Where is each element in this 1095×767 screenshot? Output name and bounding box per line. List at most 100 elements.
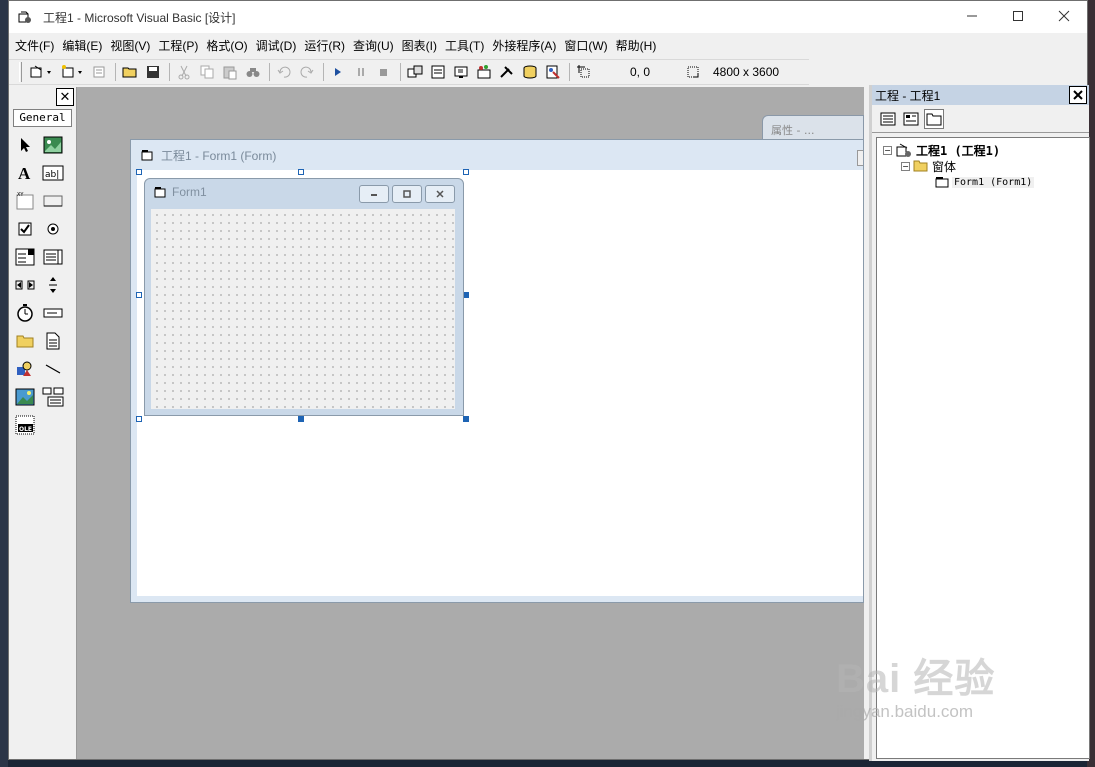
menu-diagram[interactable]: 图表(I) bbox=[402, 37, 443, 54]
collapse-icon[interactable]: − bbox=[901, 161, 910, 171]
menu-query[interactable]: 查询(U) bbox=[353, 37, 400, 54]
project-explorer-button[interactable] bbox=[406, 63, 424, 81]
shape-tool[interactable] bbox=[11, 355, 39, 383]
toolbox-button[interactable] bbox=[498, 63, 516, 81]
resize-handle-top-right bbox=[463, 169, 469, 175]
image-tool[interactable] bbox=[11, 383, 39, 411]
find-button[interactable] bbox=[244, 63, 262, 81]
undo-button[interactable] bbox=[275, 63, 293, 81]
component-manager-button[interactable] bbox=[544, 63, 562, 81]
resize-handle-bottom-right[interactable] bbox=[463, 416, 469, 422]
minimize-button[interactable] bbox=[949, 1, 995, 31]
resize-handle-bottom[interactable] bbox=[298, 416, 304, 422]
data-tool[interactable] bbox=[39, 383, 67, 411]
data-view-button[interactable] bbox=[521, 63, 539, 81]
maximize-icon bbox=[1013, 11, 1023, 21]
collapse-icon[interactable]: − bbox=[883, 145, 892, 155]
menu-project[interactable]: 工程(P) bbox=[158, 37, 204, 54]
checkbox-tool[interactable] bbox=[11, 215, 39, 243]
menu-addins[interactable]: 外接程序(A) bbox=[492, 37, 562, 54]
optionbutton-tool[interactable] bbox=[39, 215, 67, 243]
data-control-icon bbox=[42, 387, 64, 407]
vscrollbar-icon bbox=[49, 277, 57, 293]
redo-button[interactable] bbox=[298, 63, 316, 81]
designer-canvas: Form1 bbox=[136, 169, 863, 596]
project-explorer-close-button[interactable] bbox=[1069, 86, 1087, 104]
picturebox-tool[interactable] bbox=[39, 131, 67, 159]
menu-help[interactable]: 帮助(H) bbox=[616, 37, 663, 54]
designer-maximize-button[interactable] bbox=[857, 150, 863, 166]
image-icon bbox=[15, 388, 35, 406]
tree-node-form1[interactable]: Form1 (Form1) bbox=[883, 174, 1083, 190]
break-button[interactable] bbox=[352, 63, 370, 81]
toolbox-close-button[interactable]: ✕ bbox=[56, 88, 74, 106]
pause-icon bbox=[358, 68, 364, 76]
size-indicator-icon bbox=[684, 63, 702, 81]
tree-node-forms-folder[interactable]: − 窗体 bbox=[883, 158, 1083, 174]
view-object-button[interactable] bbox=[901, 109, 921, 129]
tree-node-project[interactable]: − 工程1 (工程1) bbox=[883, 142, 1083, 158]
project-icon bbox=[896, 143, 911, 157]
hscrollbar-tool[interactable] bbox=[11, 271, 39, 299]
toggle-folders-button[interactable] bbox=[924, 108, 944, 129]
timer-tool[interactable] bbox=[11, 299, 39, 327]
close-button[interactable] bbox=[1041, 1, 1087, 31]
cut-icon bbox=[178, 65, 190, 80]
copy-button[interactable] bbox=[198, 63, 216, 81]
view-code-button[interactable] bbox=[878, 109, 898, 129]
menu-view[interactable]: 视图(V) bbox=[110, 37, 156, 54]
copy-icon bbox=[200, 65, 214, 79]
resize-handle-top-left bbox=[136, 169, 142, 175]
dirlistbox-tool[interactable] bbox=[11, 327, 39, 355]
menu-debug[interactable]: 调试(D) bbox=[256, 37, 303, 54]
end-button[interactable] bbox=[375, 63, 393, 81]
open-project-button[interactable] bbox=[121, 63, 139, 81]
designer-title-bar[interactable]: 工程1 - Form1 (Form) bbox=[131, 140, 863, 170]
save-project-button[interactable] bbox=[144, 63, 162, 81]
form-layout-button[interactable] bbox=[452, 63, 470, 81]
database-icon bbox=[523, 65, 537, 79]
frame-tool[interactable]: XY bbox=[11, 187, 39, 215]
combobox-tool[interactable] bbox=[11, 243, 39, 271]
pointer-tool[interactable] bbox=[11, 131, 39, 159]
menu-bar: 文件(F) 编辑(E) 视图(V) 工程(P) 格式(O) 调试(D) 运行(R… bbox=[9, 33, 1087, 57]
minimize-icon bbox=[371, 194, 377, 196]
start-button[interactable] bbox=[329, 63, 347, 81]
menu-file[interactable]: 文件(F) bbox=[15, 37, 60, 54]
paste-button[interactable] bbox=[221, 63, 239, 81]
svg-text:XY: XY bbox=[17, 192, 24, 198]
project-explorer-header: 工程 - 工程1 bbox=[872, 85, 1089, 105]
toolbox-tab-general[interactable]: General bbox=[13, 109, 72, 127]
menu-format[interactable]: 格式(O) bbox=[206, 37, 253, 54]
menu-run[interactable]: 运行(R) bbox=[304, 37, 351, 54]
tree-label-forms-folder: 窗体 bbox=[932, 159, 957, 174]
label-tool[interactable]: A bbox=[11, 159, 39, 187]
properties-window-button[interactable] bbox=[429, 63, 447, 81]
menu-editor-button[interactable] bbox=[90, 63, 108, 81]
menu-edit[interactable]: 编辑(E) bbox=[62, 37, 108, 54]
menu-tools[interactable]: 工具(T) bbox=[445, 37, 490, 54]
add-form-button[interactable] bbox=[59, 63, 85, 81]
commandbutton-tool[interactable] bbox=[39, 187, 67, 215]
filelistbox-tool[interactable] bbox=[39, 327, 67, 355]
properties-peek-title: 属性 - ... bbox=[771, 124, 815, 137]
maximize-icon bbox=[403, 190, 411, 198]
drivelistbox-tool[interactable] bbox=[39, 299, 67, 327]
object-browser-button[interactable] bbox=[475, 63, 493, 81]
size-readout: 4800 x 3600 bbox=[713, 65, 780, 79]
form-icon bbox=[154, 187, 166, 198]
textbox-tool[interactable]: ab| bbox=[39, 159, 67, 187]
paste-icon bbox=[223, 66, 237, 80]
listbox-icon bbox=[43, 249, 63, 265]
menu-window[interactable]: 窗口(W) bbox=[564, 37, 613, 54]
line-tool[interactable] bbox=[39, 355, 67, 383]
vscrollbar-tool[interactable] bbox=[39, 271, 67, 299]
form1[interactable]: Form1 bbox=[144, 178, 464, 416]
maximize-button[interactable] bbox=[995, 1, 1041, 31]
cut-button[interactable] bbox=[175, 63, 193, 81]
add-project-button[interactable] bbox=[28, 63, 54, 81]
form1-grid-surface[interactable] bbox=[151, 209, 455, 409]
listbox-tool[interactable] bbox=[39, 243, 67, 271]
toolbar-grip[interactable] bbox=[19, 62, 22, 82]
ole-tool[interactable]: OLE bbox=[11, 411, 39, 439]
